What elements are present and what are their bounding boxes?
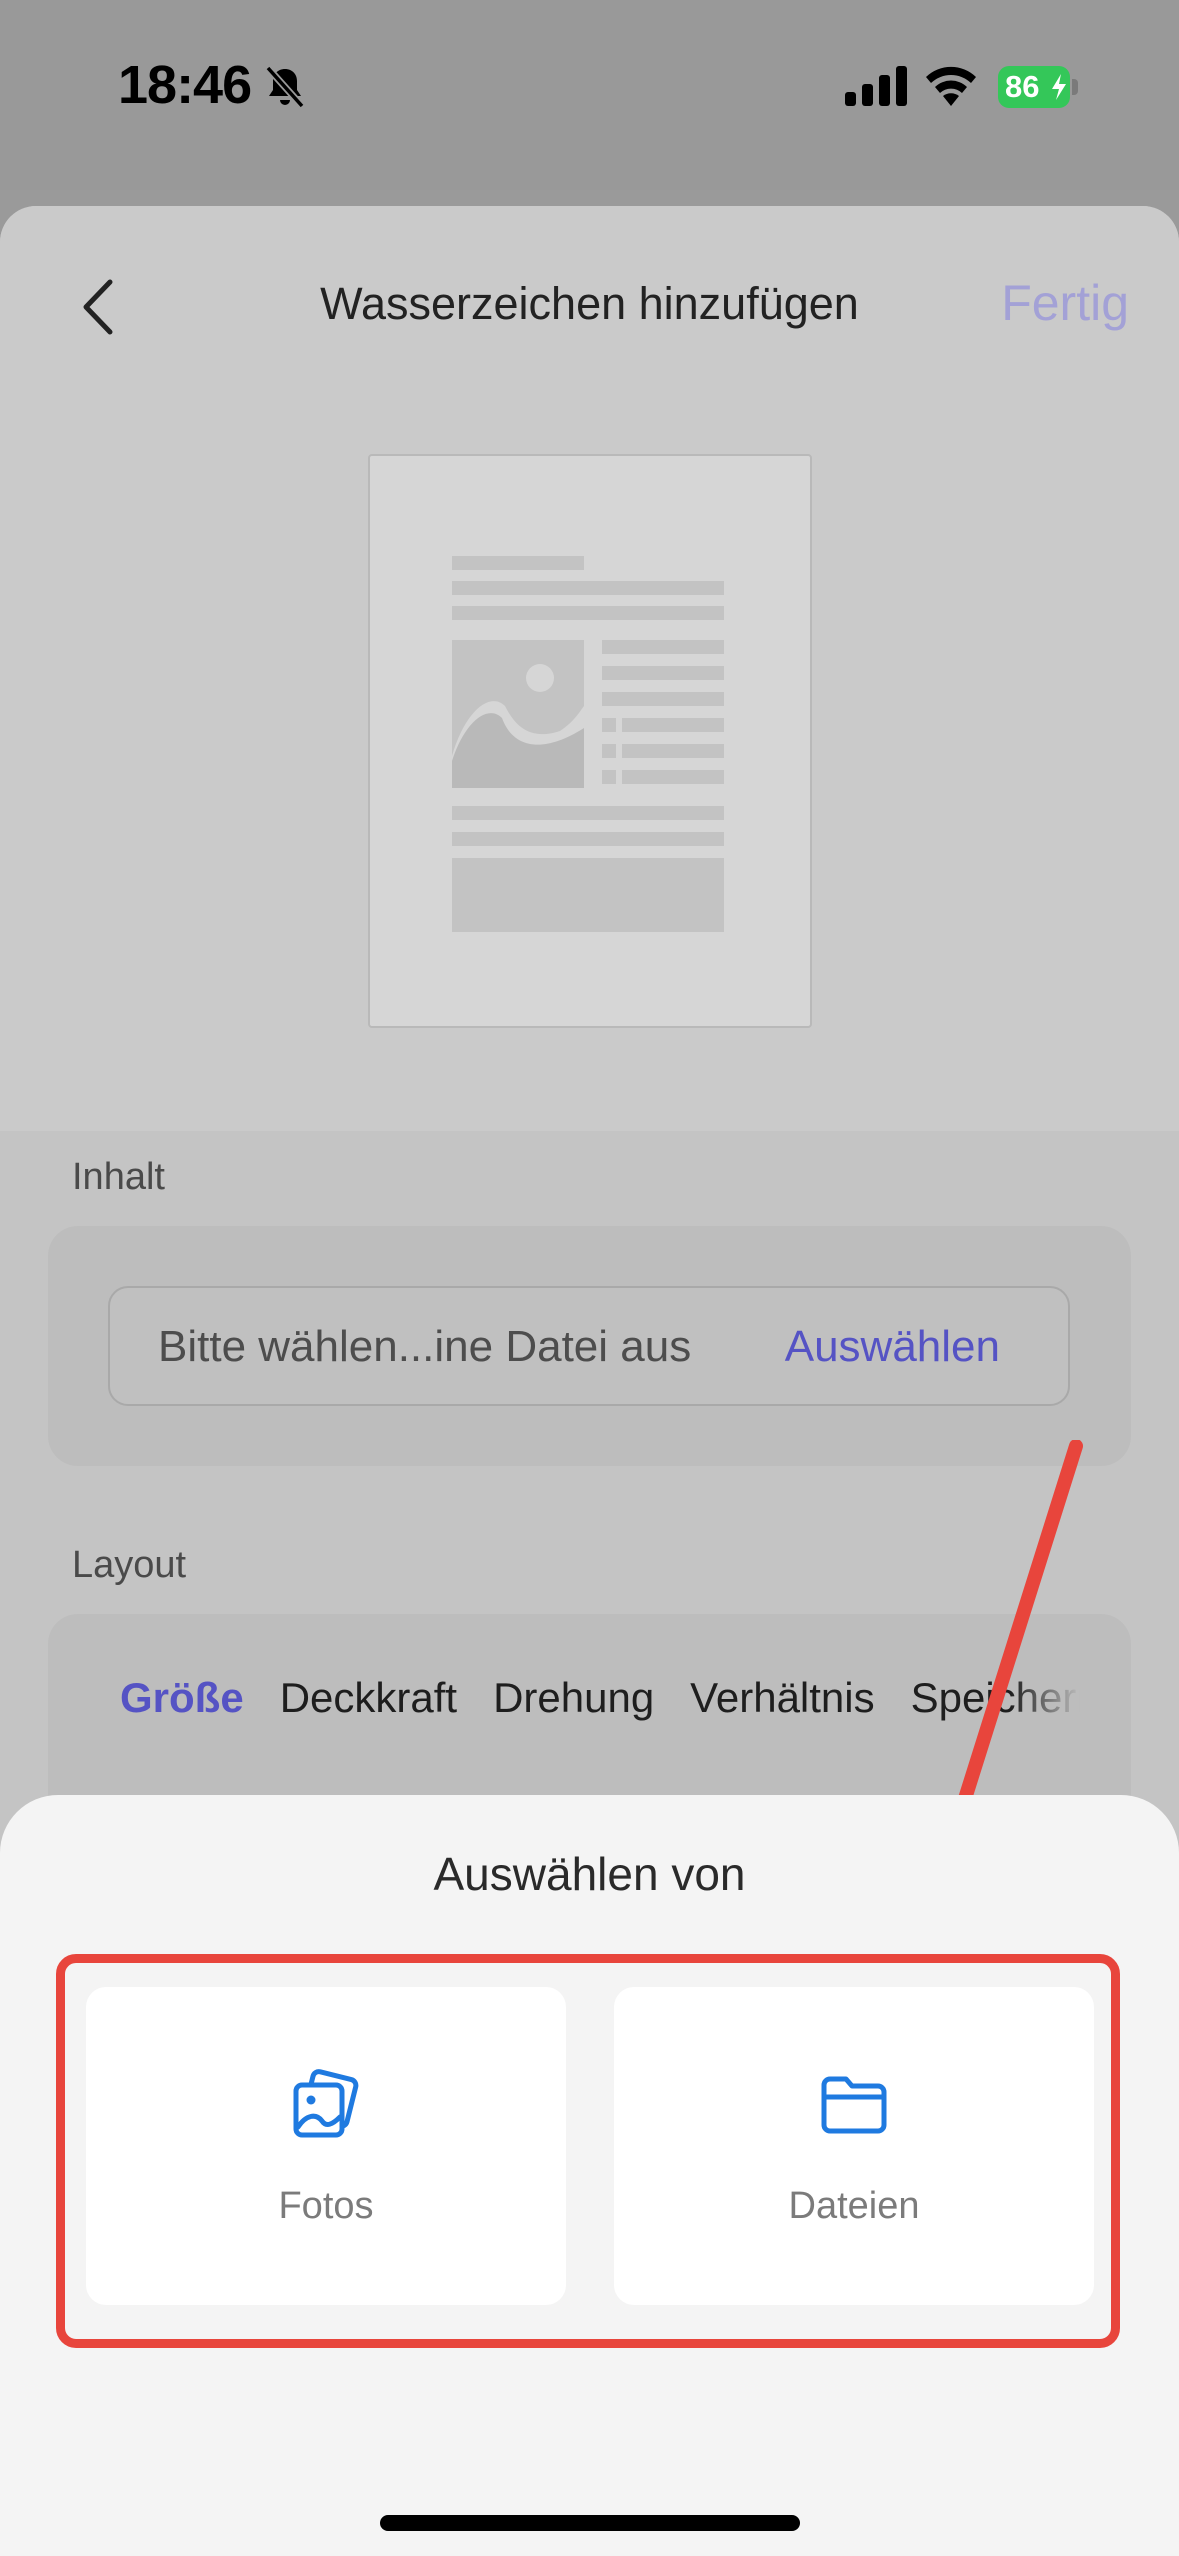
annotation-highlight-box bbox=[56, 1954, 1120, 2348]
file-select-placeholder: Bitte wählen...ine Datei aus bbox=[158, 1322, 692, 1371]
content-section-label: Inhalt bbox=[72, 1156, 165, 1198]
tab-size[interactable]: Größe bbox=[120, 1674, 244, 1722]
sheet-title: Auswählen von bbox=[433, 1848, 746, 1900]
document-placeholder-icon bbox=[452, 556, 724, 932]
bell-off-icon bbox=[265, 65, 305, 109]
status-time: 18:46 bbox=[118, 55, 252, 115]
document-preview bbox=[368, 454, 812, 1028]
layout-section-label: Layout bbox=[72, 1544, 187, 1586]
battery-icon: 86 bbox=[998, 66, 1078, 108]
file-select-field[interactable]: Bitte wählen...ine Datei aus Auswählen bbox=[108, 1286, 1070, 1406]
charging-bolt-icon bbox=[1052, 74, 1066, 100]
content-card: Bitte wählen...ine Datei aus Auswählen bbox=[48, 1226, 1131, 1466]
wifi-icon bbox=[926, 66, 976, 106]
home-indicator bbox=[380, 2515, 800, 2531]
preview-area: Wasserzeichen hinzufügen Fertig bbox=[0, 206, 1179, 1131]
select-file-link[interactable]: Auswählen bbox=[785, 1322, 1000, 1372]
done-button[interactable]: Fertig bbox=[1001, 274, 1129, 332]
battery-cap bbox=[1072, 79, 1078, 95]
signal-icon bbox=[845, 66, 907, 106]
status-bar: 18:46 86 bbox=[0, 0, 1179, 190]
tab-opacity[interactable]: Deckkraft bbox=[280, 1674, 457, 1722]
tab-ratio[interactable]: Verhältnis bbox=[690, 1674, 874, 1722]
tab-rotation[interactable]: Drehung bbox=[493, 1674, 654, 1722]
